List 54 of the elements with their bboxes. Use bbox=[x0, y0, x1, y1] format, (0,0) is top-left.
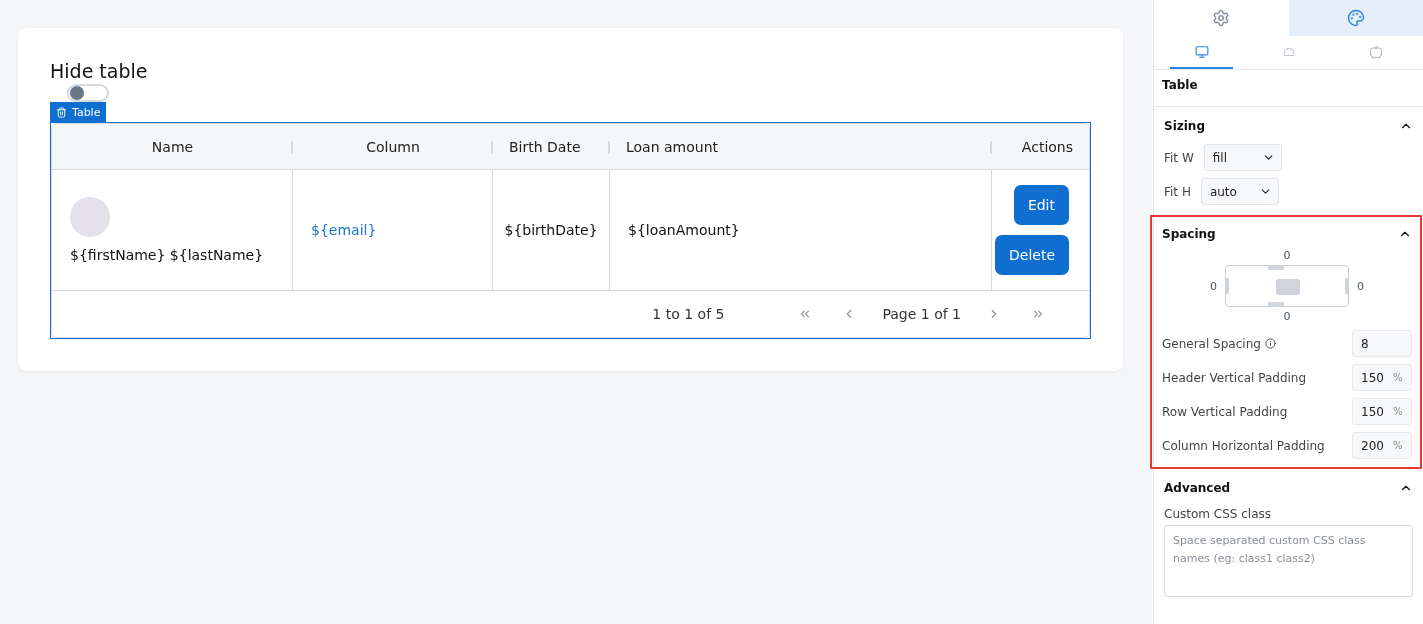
trash-icon bbox=[56, 106, 67, 118]
row-range: 1 to 1 of 5 bbox=[652, 306, 725, 322]
section-header[interactable]: Sizing bbox=[1164, 115, 1413, 137]
select-field[interactable]: auto bbox=[1200, 178, 1279, 205]
toggle-switch[interactable] bbox=[67, 84, 109, 102]
column-header[interactable]: Actions bbox=[992, 124, 1089, 169]
unit-label: % bbox=[1393, 372, 1403, 383]
avatar bbox=[70, 197, 110, 237]
name-text: ${firstName} ${lastName} bbox=[70, 247, 264, 263]
number-field[interactable]: 200 % bbox=[1352, 432, 1412, 459]
number-field[interactable]: 8 bbox=[1352, 330, 1412, 357]
settings-icon bbox=[1212, 9, 1231, 27]
field-label: Fit H bbox=[1164, 184, 1191, 199]
column-header[interactable]: Column bbox=[293, 124, 493, 169]
component-name: Table bbox=[1154, 70, 1423, 107]
unit-label: % bbox=[1393, 406, 1403, 417]
email-link[interactable]: ${email} bbox=[311, 222, 377, 238]
double-chevron-right-icon bbox=[1031, 307, 1045, 321]
number-input[interactable]: 8 bbox=[1361, 336, 1389, 351]
panel-tab[interactable] bbox=[1288, 0, 1423, 36]
field-label: Column Horizontal Padding bbox=[1162, 438, 1325, 453]
column-header[interactable]: Name bbox=[52, 124, 293, 169]
palette-icon bbox=[1346, 9, 1365, 27]
bottom-spacing[interactable]: 0 bbox=[1283, 310, 1291, 323]
section-header[interactable]: Spacing bbox=[1162, 223, 1412, 245]
left-spacing[interactable]: 0 bbox=[1210, 279, 1217, 293]
page-indicator: Page 1 of 1 bbox=[882, 306, 961, 322]
number-input[interactable]: 150 bbox=[1361, 404, 1389, 419]
field-label: Header Vertical Padding bbox=[1162, 370, 1307, 385]
number-field[interactable]: 150 % bbox=[1352, 364, 1412, 391]
number-input[interactable]: 200 bbox=[1361, 438, 1389, 453]
top-spacing[interactable]: 0 bbox=[1283, 249, 1291, 262]
field-label: Row Vertical Padding bbox=[1162, 404, 1288, 419]
monitor-icon bbox=[1194, 44, 1209, 59]
select-field[interactable]: fill bbox=[1203, 144, 1282, 171]
number-field[interactable]: 150 % bbox=[1352, 398, 1412, 425]
apple-icon bbox=[1368, 44, 1383, 59]
field-label: General Spacing bbox=[1162, 336, 1261, 351]
field-label: Fit W bbox=[1164, 150, 1194, 165]
field-label: Custom CSS class bbox=[1164, 507, 1271, 521]
birth-date-text: ${birthDate} bbox=[504, 222, 598, 238]
tag-label: Table bbox=[72, 105, 101, 119]
page-title: Hide table bbox=[50, 60, 149, 82]
loan-amount-text: ${loanAmount} bbox=[628, 222, 740, 238]
delete-button[interactable]: Delete bbox=[995, 235, 1069, 275]
number-input[interactable]: 150 bbox=[1361, 370, 1389, 385]
column-header[interactable]: Birth Date bbox=[493, 124, 610, 169]
column-header[interactable]: Loan amount bbox=[610, 124, 992, 169]
edit-button[interactable]: Edit bbox=[1013, 185, 1069, 225]
unit-label: % bbox=[1393, 440, 1403, 451]
section-header[interactable]: Advanced bbox=[1164, 477, 1413, 499]
right-spacing[interactable]: 0 bbox=[1357, 279, 1364, 293]
component-tag[interactable]: Table bbox=[50, 102, 107, 122]
css-class-field[interactable]: Space separated custom CSS class names (eg: class1 class2) bbox=[1164, 525, 1413, 597]
